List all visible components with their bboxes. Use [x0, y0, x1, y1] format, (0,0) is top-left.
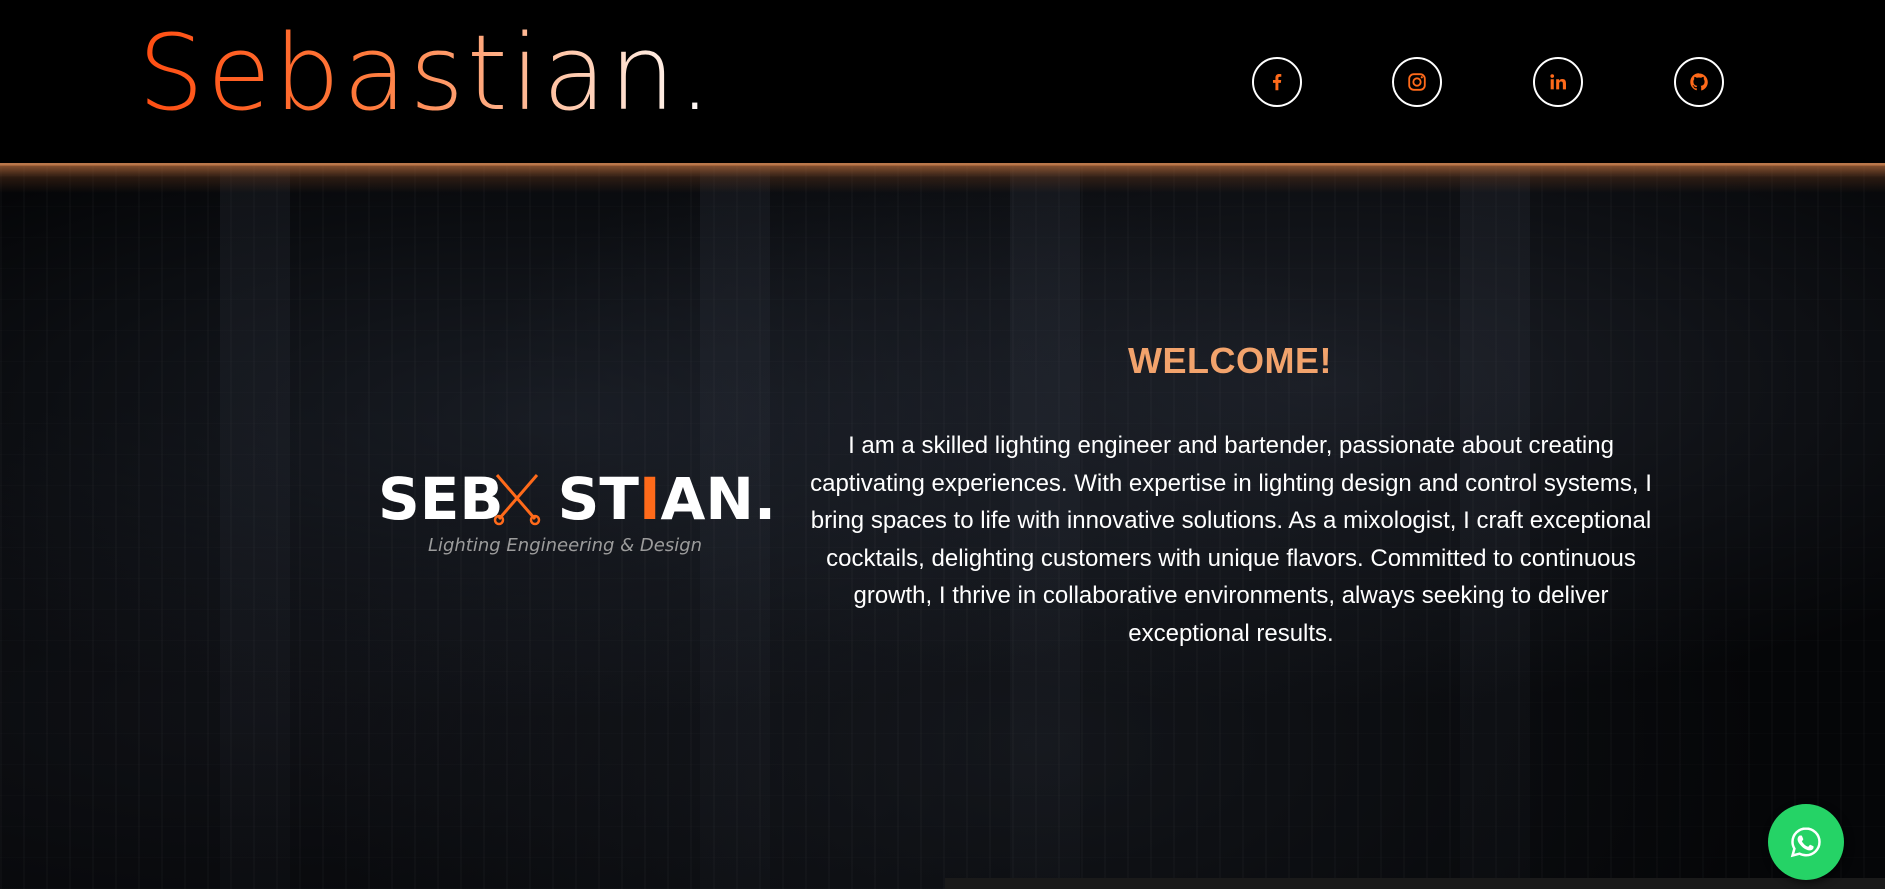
logo-word-part: I: [638, 465, 661, 533]
logo-word-part: .: [753, 465, 777, 533]
hero-background-column: [220, 165, 290, 889]
logo-word-part: ST: [557, 465, 639, 533]
header-glow: [0, 165, 1885, 193]
instagram-link[interactable]: [1392, 57, 1442, 107]
logo-word-part: SEB: [378, 465, 504, 533]
github-link[interactable]: [1674, 57, 1724, 107]
instagram-icon: [1408, 73, 1426, 91]
about-paragraph: I am a skilled lighting engineer and bar…: [810, 432, 1652, 647]
facebook-link[interactable]: [1252, 57, 1302, 107]
page: Sebastian. SEB STIAN. Lighting Engineeri…: [0, 0, 1885, 889]
logo-word-part: AN: [660, 465, 754, 533]
whatsapp-button[interactable]: [1768, 804, 1844, 880]
logo-tagline: Lighting Engineering & Design: [427, 535, 703, 556]
crossed-lights-icon: [493, 474, 541, 526]
logo-wordmark: SEB STIAN.: [378, 469, 776, 529]
whatsapp-icon: [1790, 827, 1821, 858]
bottom-bar: [945, 878, 1885, 889]
linkedin-icon: [1550, 74, 1566, 90]
welcome-heading: WELCOME!: [1128, 340, 1332, 381]
site-header: Sebastian.: [0, 0, 1885, 165]
facebook-icon: [1272, 74, 1282, 91]
github-icon: [1690, 73, 1708, 91]
linkedin-link[interactable]: [1533, 57, 1583, 107]
brand-logo-text[interactable]: Sebastian.: [138, 13, 714, 134]
hero-logo: SEB STIAN. Lighting Engineering & Design: [378, 297, 776, 569]
